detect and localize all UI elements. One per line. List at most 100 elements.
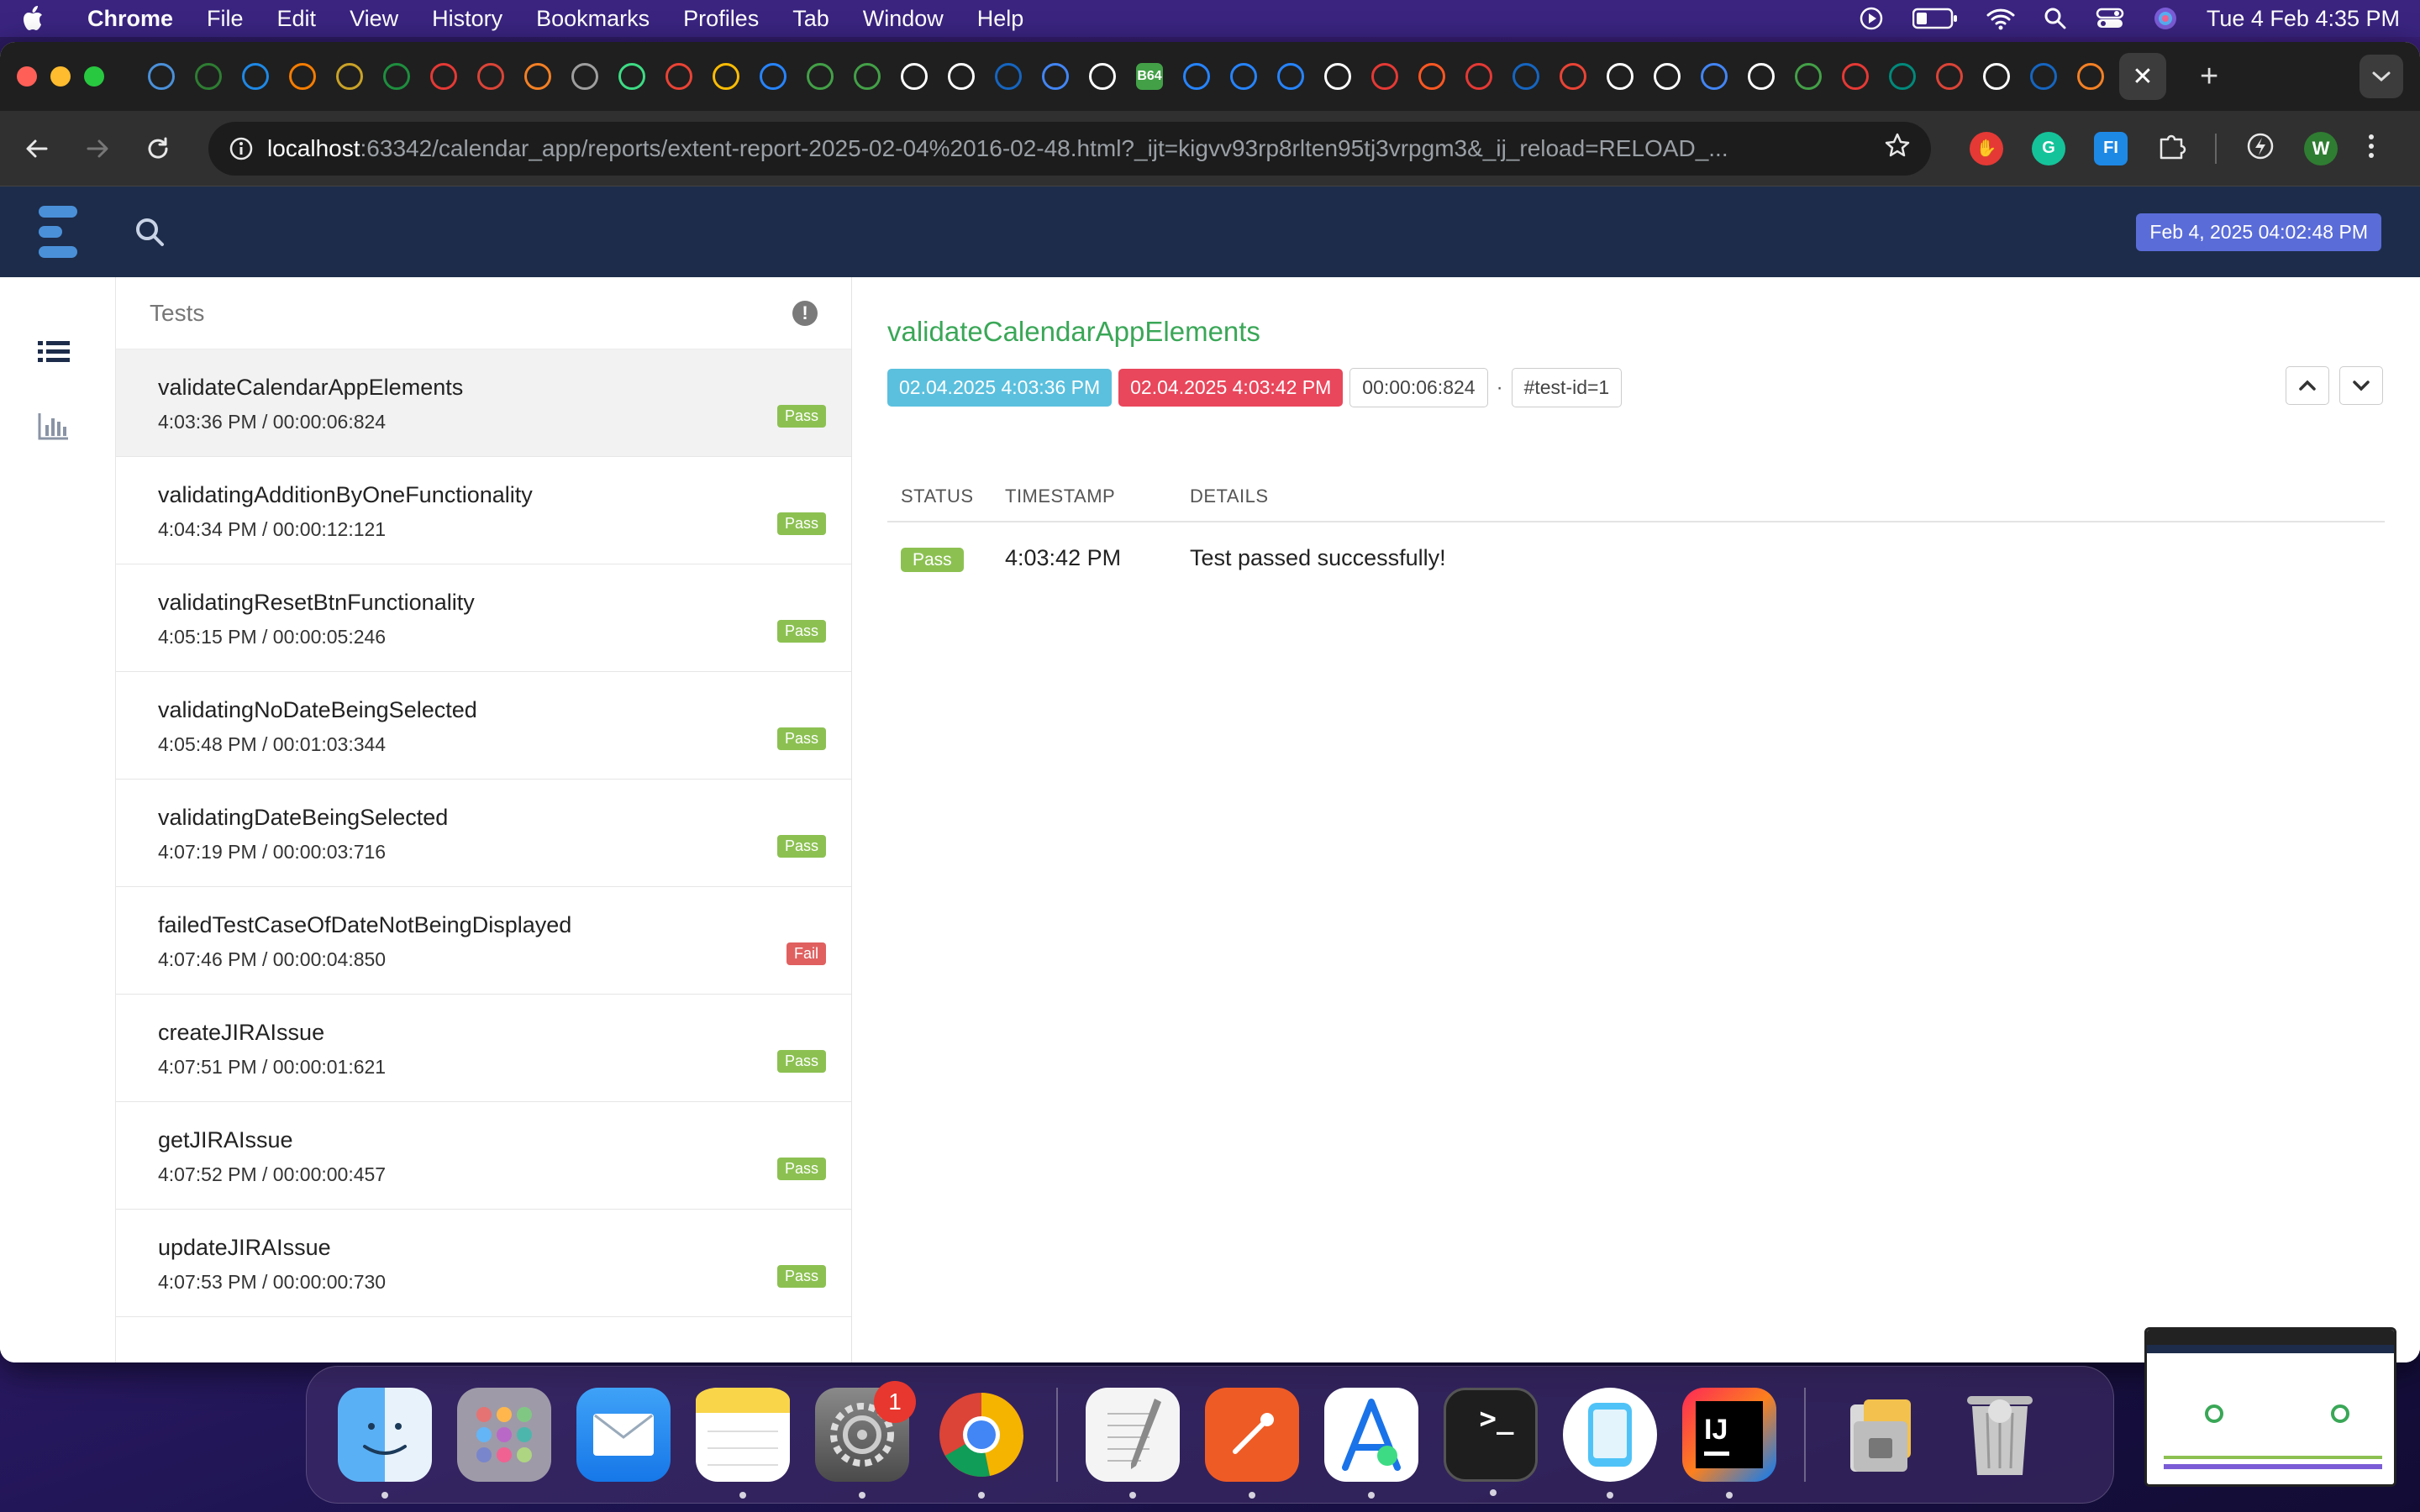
- ring-icon[interactable]: [289, 63, 316, 90]
- chrome-icon[interactable]: [1748, 63, 1775, 90]
- opera-icon[interactable]: [1371, 63, 1398, 90]
- dashboard-bar-chart-icon[interactable]: [37, 412, 71, 440]
- chrome-icon[interactable]: [1089, 63, 1116, 90]
- siri-icon[interactable]: [2153, 6, 2178, 31]
- g-icon[interactable]: [195, 63, 222, 90]
- search-button[interactable]: [133, 215, 166, 249]
- chrome-icon[interactable]: [477, 63, 504, 90]
- n-icon[interactable]: [1842, 63, 1869, 90]
- textedit-icon[interactable]: [1086, 1388, 1180, 1499]
- menu-window[interactable]: Window: [863, 6, 944, 32]
- back-button[interactable]: [20, 132, 54, 165]
- close-window-button[interactable]: [17, 66, 37, 87]
- postman-icon[interactable]: [1205, 1388, 1299, 1499]
- downloads-stack-icon[interactable]: [1833, 1388, 1928, 1482]
- previous-test-button[interactable]: [2286, 366, 2329, 405]
- device-mirror-icon[interactable]: [1563, 1388, 1657, 1499]
- test-list-item[interactable]: validatingResetBtnFunctionality 4:05:15 P…: [116, 564, 851, 672]
- menu-view[interactable]: View: [350, 6, 398, 32]
- gmail-icon[interactable]: [666, 63, 692, 90]
- stackoverflow-icon[interactable]: [524, 63, 551, 90]
- system-settings-icon[interactable]: 1: [815, 1381, 916, 1499]
- notes-icon[interactable]: [696, 1388, 790, 1499]
- chrome-icon[interactable]: [934, 1388, 1028, 1499]
- menu-help[interactable]: Help: [977, 6, 1024, 32]
- forward-button[interactable]: [81, 132, 114, 165]
- exclamation-filter-icon[interactable]: !: [792, 300, 818, 326]
- circle-app-icon[interactable]: [148, 63, 175, 90]
- mask-icon[interactable]: [854, 63, 881, 90]
- site-info-icon[interactable]: [229, 136, 254, 161]
- github-icon[interactable]: [901, 63, 928, 90]
- screenshot-preview-thumbnail[interactable]: [2144, 1327, 2396, 1487]
- test-list-item[interactable]: validateCalendarAppElements 4:03:36 PM / …: [116, 349, 851, 457]
- tab-search-button[interactable]: [2360, 55, 2403, 98]
- next-test-button[interactable]: [2339, 366, 2383, 405]
- test-list-icon[interactable]: [37, 338, 71, 366]
- spotlight-search-icon[interactable]: [2044, 7, 2067, 30]
- google-icon[interactable]: [1701, 63, 1728, 90]
- hand-stop-extension-icon[interactable]: ✋: [1970, 131, 2003, 165]
- test-list-item[interactable]: getJIRAIssue 4:07:52 PM / 00:00:00:457 Pas…: [116, 1102, 851, 1210]
- github-icon[interactable]: [1983, 63, 2010, 90]
- new-tab-button[interactable]: +: [2200, 59, 2218, 95]
- grid-icon[interactable]: [1512, 63, 1539, 90]
- youtube-icon[interactable]: [1465, 63, 1492, 90]
- meet-icon[interactable]: [1889, 63, 1916, 90]
- apple-icon[interactable]: [20, 5, 44, 32]
- test-list-item[interactable]: validatingAdditionByOneFunctionality 4:04…: [116, 457, 851, 564]
- finder-icon[interactable]: [338, 1388, 432, 1499]
- trash-icon[interactable]: [1953, 1388, 2047, 1482]
- address-bar[interactable]: localhost :63342/calendar_app/reports/ex…: [208, 121, 1931, 176]
- active-tab-close-icon[interactable]: ✕: [2119, 53, 2166, 100]
- launchpad-icon[interactable]: [457, 1388, 551, 1482]
- menu-tab[interactable]: Tab: [792, 6, 829, 32]
- download-icon[interactable]: [1654, 63, 1681, 90]
- more-menu-icon[interactable]: [2366, 131, 2376, 165]
- minimize-window-button[interactable]: [50, 66, 71, 87]
- test-list-item[interactable]: validatingDateBeingSelected 4:07:19 PM / …: [116, 780, 851, 887]
- rocket-icon[interactable]: [1418, 63, 1445, 90]
- intellij-idea-icon[interactable]: IJ: [1682, 1388, 1776, 1499]
- media-play-icon[interactable]: [1859, 6, 1884, 31]
- extent-logo-icon[interactable]: [39, 204, 84, 260]
- android-icon[interactable]: [618, 63, 645, 90]
- openai-icon[interactable]: [1324, 63, 1351, 90]
- test-list-item[interactable]: updateJIRAIssue 4:07:53 PM / 00:00:00:730…: [116, 1210, 851, 1317]
- menu-edit[interactable]: Edit: [277, 6, 317, 32]
- youtube-icon[interactable]: [430, 63, 457, 90]
- menu-file[interactable]: File: [207, 6, 244, 32]
- circle-app-icon[interactable]: [242, 63, 269, 90]
- atlassian-icon[interactable]: [1230, 63, 1257, 90]
- reload-button[interactable]: [141, 132, 175, 165]
- grid-icon[interactable]: [995, 63, 1022, 90]
- stackoverflow-icon[interactable]: [2077, 63, 2104, 90]
- globe-icon[interactable]: [571, 63, 598, 90]
- menu-history[interactable]: History: [432, 6, 502, 32]
- plus-sheet-icon[interactable]: [383, 63, 410, 90]
- github-icon[interactable]: [1607, 63, 1634, 90]
- mail-icon[interactable]: [576, 1388, 671, 1482]
- wifi-icon[interactable]: [1986, 7, 2015, 30]
- puzzle-extensions-icon[interactable]: [2156, 131, 2186, 165]
- doge-icon[interactable]: [336, 63, 363, 90]
- cube-icon[interactable]: [1795, 63, 1822, 90]
- test-list-item[interactable]: createJIRAIssue 4:07:51 PM / 00:00:01:621…: [116, 995, 851, 1102]
- atlassian-icon[interactable]: [1277, 63, 1304, 90]
- chrome-icon[interactable]: [1936, 63, 1963, 90]
- drive-icon[interactable]: [713, 63, 739, 90]
- atlassian-icon[interactable]: [760, 63, 786, 90]
- test-list-item[interactable]: failedTestCaseOfDateNotBeingDisplayed 4:0…: [116, 887, 851, 995]
- fi-extension-icon[interactable]: FI: [2094, 131, 2128, 165]
- performance-icon[interactable]: [2245, 131, 2275, 165]
- menu-app-name[interactable]: Chrome: [87, 6, 173, 32]
- openai-icon[interactable]: [948, 63, 975, 90]
- grammarly-extension-icon[interactable]: G: [2032, 131, 2065, 165]
- b64-icon[interactable]: B64: [1136, 63, 1163, 90]
- battery-icon[interactable]: [1912, 8, 1958, 29]
- jira-icon[interactable]: [1183, 63, 1210, 90]
- gmail-icon[interactable]: [1560, 63, 1586, 90]
- bookmark-star-icon[interactable]: [1884, 132, 1911, 165]
- google-icon[interactable]: [1042, 63, 1069, 90]
- menubar-datetime[interactable]: Tue 4 Feb 4:35 PM: [2207, 6, 2400, 32]
